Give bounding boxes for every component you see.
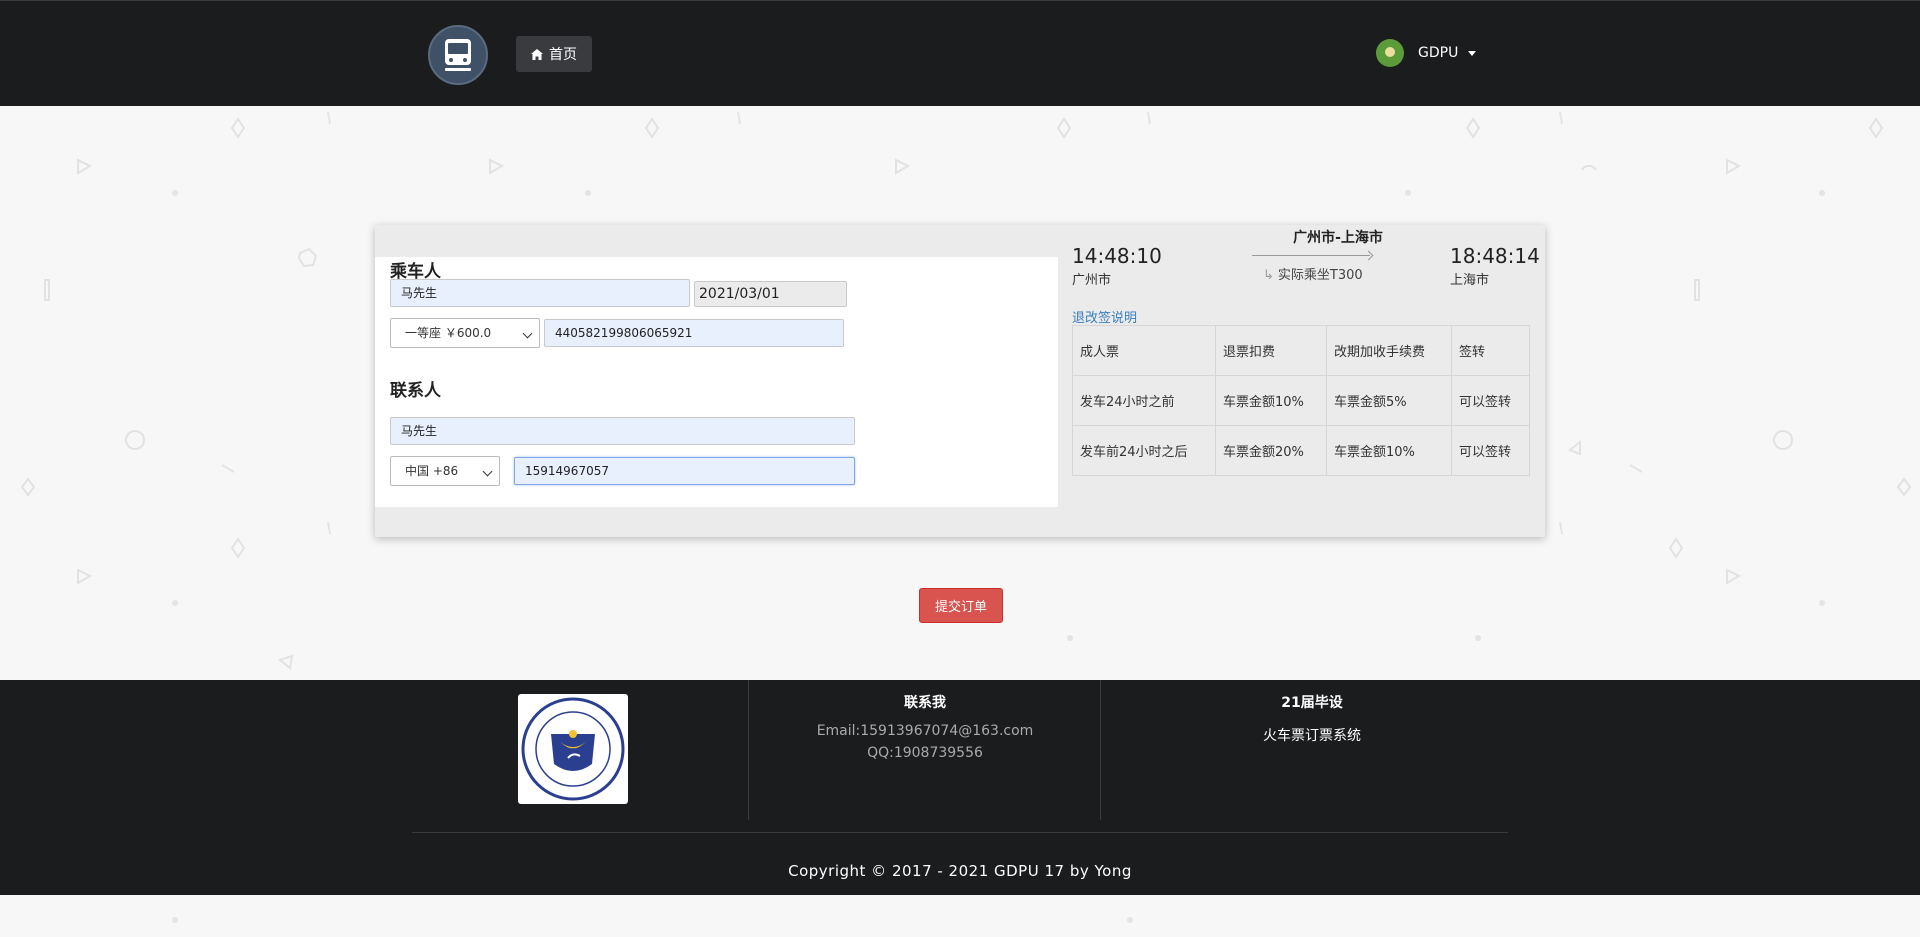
return-arrow-icon: ↳ [1263, 268, 1274, 283]
table-cell: 车票金额20% [1215, 425, 1327, 476]
table-header: 改期加收手续费 [1326, 325, 1452, 376]
footer-hr [412, 832, 1508, 833]
table-header-row: 成人票 退票扣费 改期加收手续费 签转 [1072, 325, 1530, 376]
chevron-down-icon [522, 328, 533, 339]
user-menu[interactable]: GDPU [1376, 39, 1477, 67]
travel-date-input[interactable]: 2021/03/01 [694, 281, 847, 307]
table-row: 发车前24小时之后 车票金额20% 车票金额10% 可以签转 [1072, 425, 1530, 476]
table-cell: 车票金额10% [1215, 375, 1327, 426]
order-panel: 乘车人 马先生 2021/03/01 一等座 ￥600.0 4405821998… [375, 225, 1545, 537]
arrive-time: 18:48:14 [1450, 244, 1540, 268]
id-number-input[interactable]: 440582199806065921 [544, 319, 844, 347]
route-name: 广州市-上海市 [1293, 230, 1383, 246]
seat-select[interactable]: 一等座 ￥600.0 [390, 318, 540, 348]
contact-name-input[interactable]: 马先生 [390, 417, 855, 445]
contact-me-title: 联系我 [904, 695, 946, 711]
table-header: 退票扣费 [1215, 325, 1327, 376]
project-title: 21届毕设 [1281, 695, 1343, 711]
seat-select-value: 一等座 ￥600.0 [405, 326, 492, 340]
home-label: 首页 [549, 47, 577, 63]
table-row: 发车24小时之前 车票金额10% 车票金额5% 可以签转 [1072, 375, 1530, 426]
table-header: 签转 [1451, 325, 1530, 376]
order-form: 乘车人 马先生 2021/03/01 一等座 ￥600.0 4405821998… [375, 257, 1058, 507]
refund-policy-table: 成人票 退票扣费 改期加收手续费 签转 发车24小时之前 车票金额10% 车票金… [1072, 325, 1530, 476]
depart-time: 14:48:10 [1072, 244, 1162, 268]
chevron-down-icon [482, 466, 493, 477]
actual-train: ↳ 实际乘坐T300 [1263, 264, 1363, 283]
submit-order-button[interactable]: 提交订单 [919, 588, 1003, 623]
table-cell: 可以签转 [1451, 375, 1530, 426]
table-cell: 车票金额10% [1326, 425, 1452, 476]
footer-divider [1100, 680, 1101, 820]
country-code-value: 中国 +86 [405, 464, 459, 478]
caret-down-icon [1468, 50, 1477, 56]
route-arrow-icon [1252, 255, 1370, 256]
footer: 联系我 Email:15913967074@163.com QQ:1908739… [0, 680, 1920, 895]
passenger-name-input[interactable]: 马先生 [390, 279, 690, 307]
gdpu-school-logo [518, 694, 628, 804]
country-code-select[interactable]: 中国 +86 [390, 456, 500, 486]
contact-email: Email:15913967074@163.com [816, 723, 1034, 739]
table-cell: 发车24小时之前 [1072, 375, 1216, 426]
actual-train-label: 实际乘坐T300 [1277, 268, 1363, 283]
contact-title: 联系人 [390, 381, 441, 401]
table-header: 成人票 [1072, 325, 1216, 376]
user-avatar [1376, 39, 1404, 67]
table-cell: 发车前24小时之后 [1072, 425, 1216, 476]
project-desc: 火车票订票系统 [1263, 728, 1361, 744]
phone-input[interactable]: 15914967057 [514, 457, 855, 485]
footer-divider [748, 680, 749, 820]
table-cell: 可以签转 [1451, 425, 1530, 476]
contact-qq: QQ:1908739556 [867, 745, 983, 761]
train-icon [445, 39, 471, 71]
site-logo[interactable] [428, 25, 488, 85]
top-navbar: 首页 GDPU [0, 0, 1920, 106]
user-name: GDPU [1418, 45, 1459, 61]
refund-policy-link[interactable]: 退改签说明 [1072, 307, 1137, 326]
depart-city: 广州市 [1072, 273, 1112, 288]
copyright: Copyright © 2017 - 2021 GDPU 17 by Yong [788, 862, 1132, 880]
arrive-city: 上海市 [1450, 273, 1490, 288]
school-emblem-icon [521, 697, 625, 801]
home-icon [531, 48, 543, 60]
home-button[interactable]: 首页 [516, 36, 592, 72]
table-cell: 车票金额5% [1326, 375, 1452, 426]
